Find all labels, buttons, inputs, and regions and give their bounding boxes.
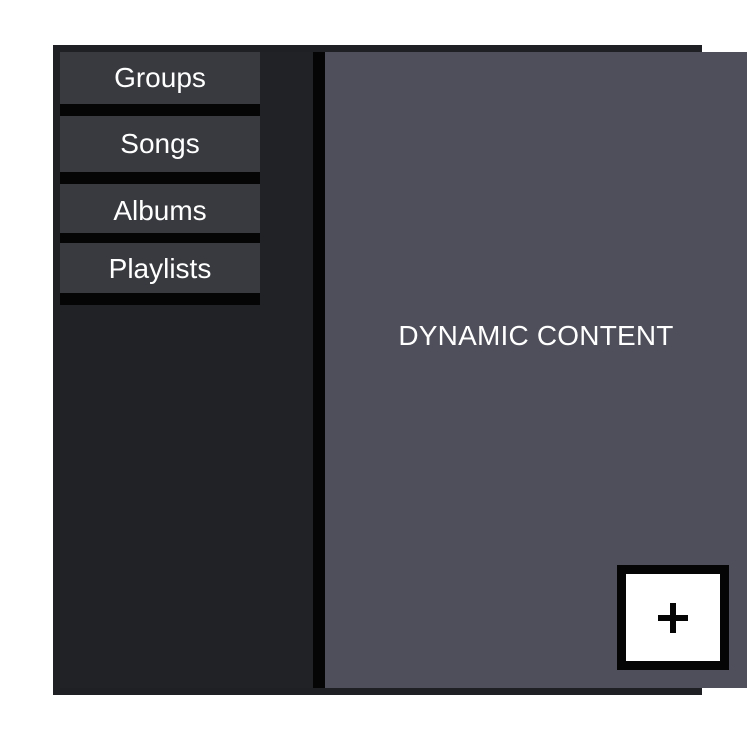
sidebar-item-label: Groups	[114, 62, 206, 93]
divider	[60, 104, 260, 116]
main-content: DYNAMIC CONTENT	[325, 52, 747, 688]
sidebar-divider	[313, 52, 325, 688]
sidebar-item-label: Songs	[120, 128, 200, 159]
sidebar-item-label: Albums	[113, 195, 207, 226]
sidebar-item-groups[interactable]: Groups	[60, 52, 260, 104]
add-button[interactable]	[617, 565, 729, 670]
app-window: Groups Songs Albums Playlists DYNAMIC CO…	[53, 45, 747, 695]
content-placeholder: DYNAMIC CONTENT	[398, 320, 674, 351]
divider	[60, 293, 260, 305]
divider	[60, 233, 260, 243]
sidebar-item-songs[interactable]: Songs	[60, 116, 260, 172]
plus-icon	[658, 602, 688, 633]
sidebar-item-albums[interactable]: Albums	[60, 184, 260, 233]
sidebar-item-label: Playlists	[108, 253, 212, 284]
sidebar-item-playlists[interactable]: Playlists	[60, 243, 260, 293]
divider	[60, 172, 260, 184]
sidebar: Groups Songs Albums Playlists	[60, 52, 313, 688]
